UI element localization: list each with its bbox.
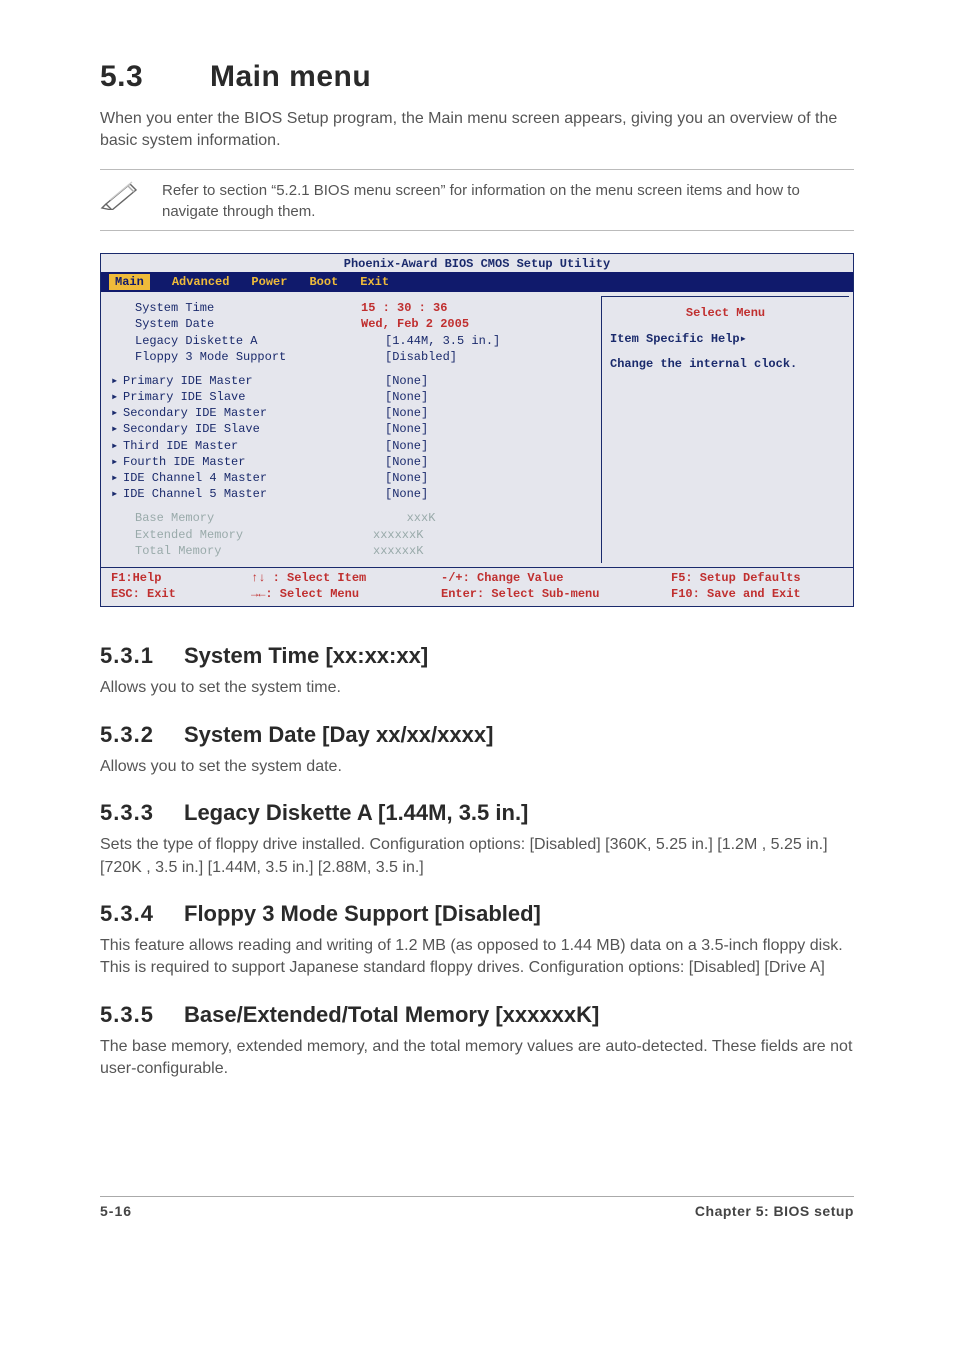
subsection-body: This feature allows reading and writing … — [100, 935, 854, 980]
subsection-heading: 5.3.1System Time [xx:xx:xx] — [100, 643, 854, 669]
submenu-arrow-icon: ▸ — [111, 470, 123, 486]
subsection-body: Sets the type of floppy drive installed.… — [100, 834, 854, 879]
subsection-heading: 5.3.3Legacy Diskette A [1.44M, 3.5 in.] — [100, 800, 854, 826]
help-title: Select Menu — [610, 305, 841, 321]
subsection-heading: 5.3.4Floppy 3 Mode Support [Disabled] — [100, 901, 854, 927]
tab-boot[interactable]: Boot — [309, 274, 338, 290]
submenu-arrow-icon: ▸ — [111, 438, 123, 454]
row-fourth-ide-master[interactable]: ▸Fourth IDE Master [None] — [111, 454, 597, 470]
bios-footer: F1:Help ↑↓ : Select Item -/+: Change Val… — [101, 567, 853, 606]
row-legacy-diskette[interactable]: Legacy Diskette A [1.44M, 3.5 in.] — [111, 333, 597, 349]
intro-paragraph: When you enter the BIOS Setup program, t… — [100, 108, 854, 153]
bios-title: Phoenix-Award BIOS CMOS Setup Utility — [101, 254, 853, 272]
note-block: Refer to section “5.2.1 BIOS menu screen… — [100, 169, 854, 231]
hint-f10-save: F10: Save and Exit — [671, 586, 843, 602]
submenu-arrow-icon: ▸ — [111, 389, 123, 405]
submenu-arrow-icon: ▸ — [111, 454, 123, 470]
tab-advanced[interactable]: Advanced — [172, 274, 230, 290]
tab-power[interactable]: Power — [251, 274, 287, 290]
subsection-heading: 5.3.5Base/Extended/Total Memory [xxxxxxK… — [100, 1002, 854, 1028]
submenu-arrow-icon: ▸ — [111, 421, 123, 437]
chapter-label: Chapter 5: BIOS setup — [695, 1203, 854, 1219]
subsection-body: Allows you to set the system time. — [100, 677, 854, 699]
hint-f1-help: F1:Help — [111, 570, 251, 586]
row-secondary-ide-slave[interactable]: ▸Secondary IDE Slave [None] — [111, 421, 597, 437]
subsection-body: Allows you to set the system date. — [100, 756, 854, 778]
submenu-arrow-icon: ▸ — [111, 486, 123, 502]
row-primary-ide-slave[interactable]: ▸Primary IDE Slave [None] — [111, 389, 597, 405]
hint-f5-defaults: F5: Setup Defaults — [671, 570, 843, 586]
subsection-body: The base memory, extended memory, and th… — [100, 1036, 854, 1081]
hint-select-item: ↑↓ : Select Item — [251, 570, 441, 586]
subsection-heading: 5.3.2System Date [Day xx/xx/xxxx] — [100, 722, 854, 748]
row-secondary-ide-master[interactable]: ▸Secondary IDE Master [None] — [111, 405, 597, 421]
page-number: 5-16 — [100, 1203, 132, 1219]
row-total-memory: Total Memory xxxxxxK — [111, 543, 597, 559]
hint-select-menu: →←: Select Menu — [251, 586, 441, 602]
help-item-specific: Item Specific Help▸ — [610, 331, 841, 347]
row-base-memory: Base Memory xxxK — [111, 510, 597, 526]
row-floppy-3-mode[interactable]: Floppy 3 Mode Support [Disabled] — [111, 349, 597, 365]
page-footer: 5-16 Chapter 5: BIOS setup — [100, 1196, 854, 1219]
submenu-arrow-icon: ▸ — [111, 405, 123, 421]
row-ide-channel-4-master[interactable]: ▸IDE Channel 4 Master [None] — [111, 470, 597, 486]
bios-menubar[interactable]: Main Advanced Power Boot Exit — [101, 272, 853, 292]
row-ide-channel-5-master[interactable]: ▸IDE Channel 5 Master [None] — [111, 486, 597, 502]
section-number: 5.3 — [100, 60, 210, 94]
section-heading: 5.3Main menu — [100, 60, 854, 94]
submenu-arrow-icon: ▸ — [111, 373, 123, 389]
pencil-icon — [100, 178, 144, 210]
row-system-time[interactable]: System Time 15 : 30 : 36 — [111, 300, 597, 316]
tab-main[interactable]: Main — [109, 274, 150, 290]
hint-change-value: -/+: Change Value — [441, 570, 671, 586]
bios-window: Phoenix-Award BIOS CMOS Setup Utility Ma… — [100, 253, 854, 608]
bios-left-panel: System Time 15 : 30 : 36 System Date Wed… — [101, 292, 601, 567]
row-extended-memory: Extended Memory xxxxxxK — [111, 527, 597, 543]
tab-exit[interactable]: Exit — [360, 274, 389, 290]
bios-help-panel: Select Menu Item Specific Help▸ Change t… — [601, 296, 849, 563]
hint-esc-exit: ESC: Exit — [111, 586, 251, 602]
section-title-text: Main menu — [210, 60, 371, 93]
hint-enter-submenu: Enter: Select Sub-menu — [441, 586, 671, 602]
row-system-date[interactable]: System Date Wed, Feb 2 2005 — [111, 316, 597, 332]
row-primary-ide-master[interactable]: ▸Primary IDE Master [None] — [111, 373, 597, 389]
help-description: Change the internal clock. — [610, 356, 841, 372]
row-third-ide-master[interactable]: ▸Third IDE Master [None] — [111, 438, 597, 454]
note-text: Refer to section “5.2.1 BIOS menu screen… — [162, 178, 854, 222]
